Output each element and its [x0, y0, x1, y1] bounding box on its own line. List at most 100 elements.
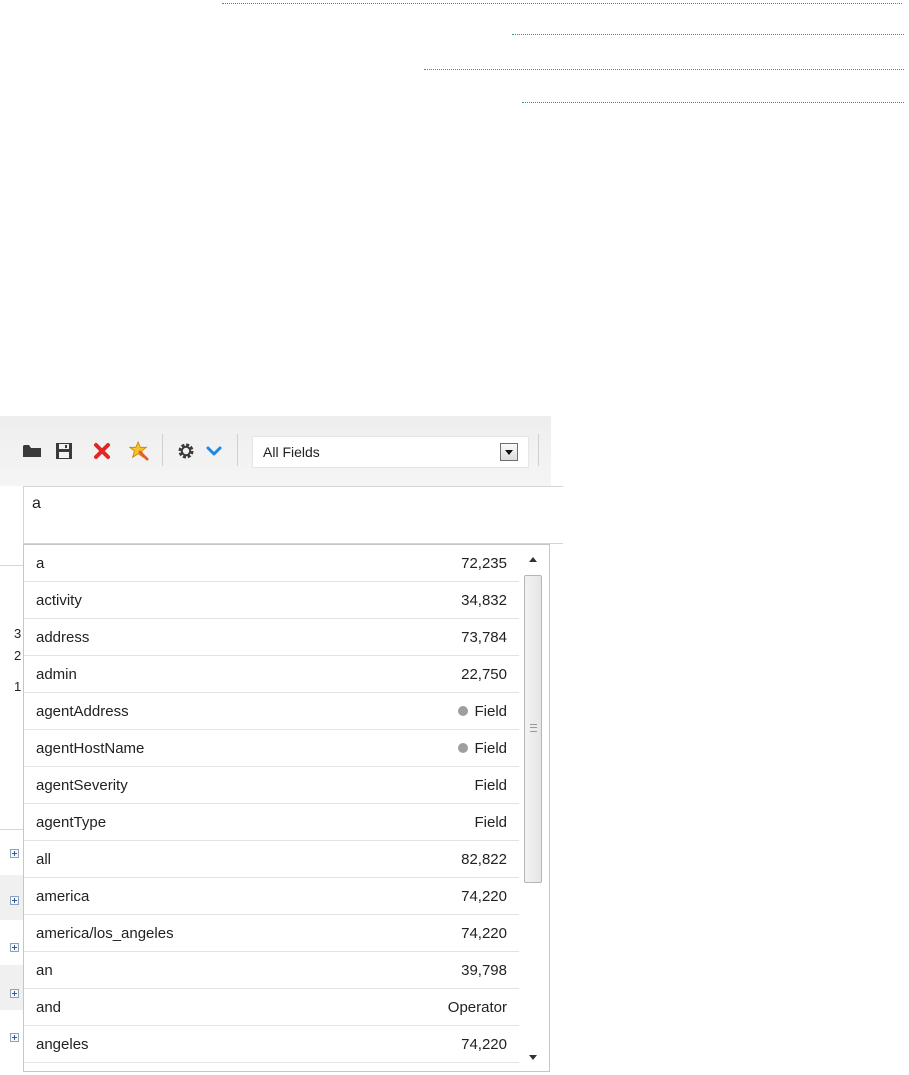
expand-icon[interactable]	[10, 989, 19, 998]
scroll-up-arrow-icon[interactable]	[527, 553, 539, 565]
page: 3 2 1 All Fields a a 72,235 activity 34,…	[0, 0, 909, 1075]
suggestion-term: agentType	[36, 814, 107, 831]
field-select-value: All Fields	[263, 444, 320, 460]
suggestion-value-text: 34,832	[461, 592, 507, 609]
suggestion-value: Field	[458, 740, 507, 757]
suggestion-value-text: 82,822	[461, 851, 507, 868]
suggestion-item[interactable]: admin 22,750	[24, 656, 519, 693]
suggestion-item[interactable]: agentSeverity Field	[24, 767, 519, 804]
suggestion-value: 74,220	[461, 925, 507, 942]
suggestion-item[interactable]: an 39,798	[24, 952, 519, 989]
settings-menu-button[interactable]	[204, 440, 224, 462]
expand-icon[interactable]	[10, 943, 19, 952]
dotted-guide-line	[512, 34, 904, 35]
scrollbar-thumb[interactable]	[524, 575, 542, 883]
suggestion-value: Field	[458, 703, 507, 720]
status-dot-icon	[458, 706, 469, 716]
magic-wand-icon	[129, 440, 149, 461]
suggestion-value: 39,798	[461, 962, 507, 979]
suggestion-value: Field	[474, 814, 507, 831]
suggestion-value-text: Operator	[447, 999, 507, 1016]
suggestion-item[interactable]: and Operator	[24, 989, 519, 1026]
expand-icon[interactable]	[10, 1033, 19, 1042]
save-icon	[56, 443, 72, 459]
suggestion-term: agentSeverity	[36, 777, 128, 794]
suggestion-value: Operator	[448, 999, 507, 1016]
delete-button[interactable]	[92, 440, 112, 462]
background-table-row	[0, 875, 24, 920]
field-select[interactable]: All Fields	[252, 436, 529, 468]
suggestion-item[interactable]: all 82,822	[24, 841, 519, 878]
expand-icon[interactable]	[10, 896, 19, 905]
background-table-row	[0, 830, 24, 875]
delete-icon	[94, 443, 110, 459]
search-input-value: a	[32, 495, 41, 512]
search-input[interactable]: a	[23, 486, 563, 544]
suggestion-value-text: 72,235	[461, 555, 507, 572]
suggestion-term: angeles	[36, 1036, 89, 1053]
save-button[interactable]	[54, 440, 74, 462]
panel-divider	[0, 565, 24, 566]
suggestion-value-text: Field	[474, 814, 507, 831]
suggestion-term: america	[36, 888, 90, 905]
magic-wand-button[interactable]	[129, 440, 149, 462]
suggestion-term: agentHostName	[36, 740, 145, 757]
suggestion-term: an	[36, 962, 53, 979]
dotted-guide-line	[522, 102, 904, 103]
suggestion-item[interactable]: a 72,235	[24, 545, 519, 582]
chevron-down-icon	[206, 446, 222, 456]
toolbar-separator	[237, 434, 238, 466]
scroll-down-arrow-icon[interactable]	[527, 1051, 539, 1063]
suggestion-value-text: 74,220	[461, 1036, 507, 1053]
suggestion-value-text: 74,220	[461, 925, 507, 942]
open-folder-button[interactable]	[22, 440, 42, 462]
suggestion-value: Field	[474, 777, 507, 794]
suggestion-item[interactable]: agentAddress Field	[24, 693, 519, 730]
suggestion-value: 82,822	[461, 851, 507, 868]
suggestion-item[interactable]: america 74,220	[24, 878, 519, 915]
autocomplete-dropdown: a 72,235 activity 34,832 address 73,784 admin 2…	[23, 544, 550, 1072]
suggestion-value-text: Field	[474, 777, 507, 794]
suggestion-item[interactable]: agentType Field	[24, 804, 519, 841]
suggestion-item[interactable]: angeles 74,220	[24, 1026, 519, 1063]
suggestion-term: address	[36, 629, 90, 646]
suggestion-value: 22,750	[461, 666, 507, 683]
background-table-row	[0, 965, 24, 1010]
suggestion-term: and	[36, 999, 62, 1016]
dropdown-arrow-icon[interactable]	[500, 443, 518, 461]
scrollbar-grip-icon	[530, 724, 537, 732]
status-dot-icon	[458, 743, 469, 753]
suggestion-value: 74,220	[461, 888, 507, 905]
suggestion-item[interactable]: agentHostName Field	[24, 730, 519, 767]
scrollbar[interactable]	[523, 553, 543, 1063]
background-value: 1	[14, 679, 22, 694]
suggestion-item[interactable]: activity 34,832	[24, 582, 519, 619]
suggestion-value: 34,832	[461, 592, 507, 609]
background-table-row	[0, 1010, 24, 1055]
gear-icon	[178, 443, 194, 459]
suggestion-term: activity	[36, 592, 82, 609]
suggestion-value: 72,235	[461, 555, 507, 572]
suggestion-value: 74,220	[461, 1036, 507, 1053]
suggestion-item[interactable]: america/los_angeles 74,220	[24, 915, 519, 952]
expand-icon[interactable]	[10, 849, 19, 858]
suggestion-term: a	[36, 555, 45, 572]
suggestion-value: 73,784	[461, 629, 507, 646]
suggestion-value-text: 74,220	[461, 888, 507, 905]
settings-button[interactable]	[176, 440, 196, 462]
toolbar-separator	[162, 434, 163, 466]
suggestion-value-text: 22,750	[461, 666, 507, 683]
suggestion-value-text: 73,784	[461, 629, 507, 646]
suggestion-term: admin	[36, 666, 77, 683]
suggestion-item[interactable]: address 73,784	[24, 619, 519, 656]
suggestion-value-text: Field	[474, 703, 507, 720]
suggestion-term: agentAddress	[36, 703, 129, 720]
suggestion-term: all	[36, 851, 52, 868]
folder-icon	[23, 445, 41, 457]
dotted-guide-line	[222, 3, 902, 4]
dotted-guide-line	[424, 69, 904, 70]
suggestion-value-text: 39,798	[461, 962, 507, 979]
toolbar-separator	[538, 434, 539, 466]
background-value: 3	[14, 626, 22, 641]
suggestion-term: america/los_angeles	[36, 925, 174, 942]
